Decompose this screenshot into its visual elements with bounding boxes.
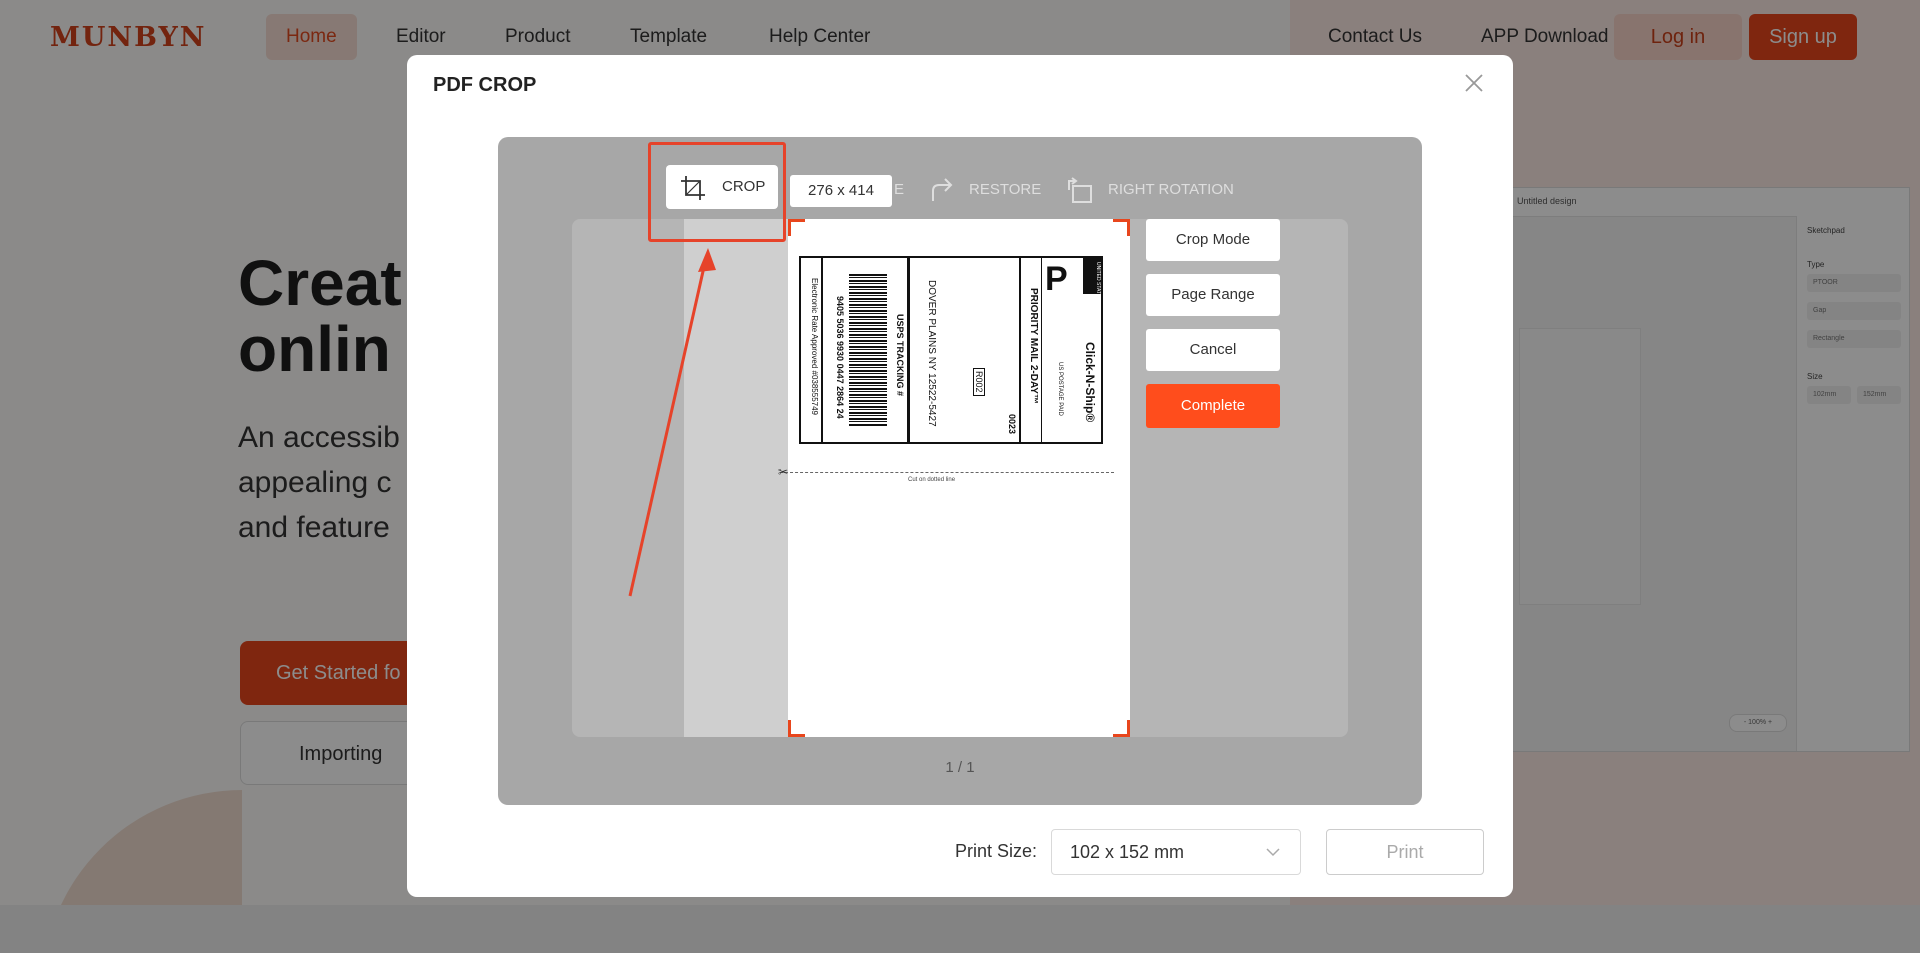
tracking-barcode bbox=[849, 274, 887, 426]
right-rotation-tool-button[interactable]: RIGHT ROTATION bbox=[1066, 168, 1234, 212]
page-range-button[interactable]: Page Range bbox=[1146, 274, 1280, 316]
right-rotation-label: RIGHT ROTATION bbox=[1108, 181, 1234, 198]
cut-dotted-line bbox=[780, 472, 1114, 473]
scissors-icon: ✂ bbox=[778, 465, 789, 479]
print-size-value: 102 x 152 mm bbox=[1070, 842, 1185, 862]
pdf-page[interactable]: Electronic Rate Approved #038555749 9405… bbox=[778, 219, 1130, 737]
crop-mode-button[interactable]: Crop Mode bbox=[1146, 219, 1280, 261]
print-button[interactable]: Print bbox=[1326, 829, 1484, 875]
print-size-select[interactable]: 102 x 152 mm bbox=[1051, 829, 1301, 875]
approved-text: Electronic Rate Approved #038555749 bbox=[810, 278, 819, 415]
crop-handle-top-left[interactable] bbox=[788, 219, 805, 236]
print-size-label: Print Size: bbox=[955, 841, 1038, 861]
to-city: DOVER PLAINS NY 12522-5427 bbox=[926, 280, 937, 427]
restore-tool-button[interactable]: RESTORE bbox=[929, 168, 1041, 212]
pdf-crop-modal: PDF CROP CROP E RESTORE RIGHT ROTATION 2… bbox=[407, 55, 1513, 897]
rotate-right-icon bbox=[1068, 177, 1092, 204]
crop-dimensions-tag: 276 x 414 bbox=[790, 175, 892, 207]
close-icon[interactable] bbox=[1461, 71, 1487, 97]
tracking-title: USPS TRACKING # bbox=[895, 314, 905, 397]
postage-paid: US POSTAGE PAID bbox=[1057, 362, 1063, 416]
annotation-highlight-box bbox=[648, 142, 786, 242]
zone-code: 0023 bbox=[1007, 414, 1017, 435]
usps-text: UNITED STATES POSTAL SERVICE bbox=[1095, 262, 1101, 345]
modal-title: PDF CROP bbox=[433, 74, 537, 96]
cancel-button[interactable]: Cancel bbox=[1146, 329, 1280, 371]
brand-name: Click-N-Ship® bbox=[1083, 342, 1097, 423]
crop-handle-bottom-right[interactable] bbox=[1113, 720, 1130, 737]
page-indicator: 1 / 1 bbox=[945, 759, 975, 776]
route-code: R002 bbox=[973, 368, 985, 396]
complete-button[interactable]: Complete bbox=[1146, 384, 1280, 428]
service-name: PRIORITY MAIL 2-DAY™ bbox=[1028, 288, 1039, 404]
tracking-number: 9405 5036 9930 0447 2864 24 bbox=[835, 296, 845, 419]
restore-label: RESTORE bbox=[969, 181, 1042, 198]
cut-caption: Cut on dotted line bbox=[908, 477, 956, 483]
chevron-down-icon bbox=[1266, 830, 1280, 874]
redo-arrow-icon bbox=[932, 178, 953, 202]
crop-workspace: CROP E RESTORE RIGHT ROTATION 276 x 414 bbox=[498, 137, 1422, 805]
shipping-label: Electronic Rate Approved #038555749 9405… bbox=[799, 256, 1103, 444]
hidden-tool-suffix[interactable]: E bbox=[894, 168, 904, 212]
crop-handle-top-right[interactable] bbox=[1113, 219, 1130, 236]
priority-p: P bbox=[1045, 260, 1068, 298]
crop-handle-bottom-left[interactable] bbox=[788, 720, 805, 737]
